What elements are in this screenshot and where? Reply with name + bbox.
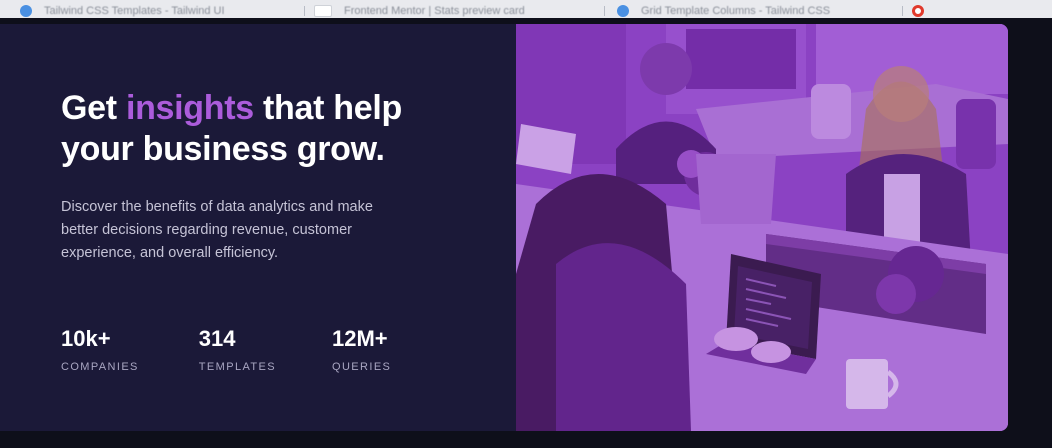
card-content: Get insights that help your business gro… bbox=[61, 88, 481, 265]
stat-value: 314 bbox=[198, 326, 236, 351]
office-workers-photo bbox=[516, 24, 1008, 431]
headline-text: Get bbox=[61, 89, 126, 127]
stat-value: 12M+ bbox=[331, 326, 388, 351]
stat-templates: 314 TEMPLATES bbox=[199, 326, 276, 374]
tab-separator bbox=[902, 6, 903, 16]
tab-label: Grid Template Columns - Tailwind CSS bbox=[641, 5, 831, 17]
stats-preview-card: Get insights that help your business gro… bbox=[0, 24, 1008, 431]
google-icon bbox=[912, 5, 924, 17]
tailwind-icon bbox=[20, 5, 32, 17]
tailwind-icon bbox=[617, 5, 629, 17]
stat-value: 10k+ bbox=[61, 326, 111, 351]
frontend-mentor-icon bbox=[314, 5, 332, 17]
photo-illustration bbox=[516, 24, 1008, 431]
stat-label: TEMPLATES bbox=[198, 361, 276, 373]
browser-tab[interactable]: Tailwind CSS Templates - Tailwind UI bbox=[20, 4, 225, 18]
headline: Get insights that help your business gro… bbox=[61, 88, 481, 170]
tab-separator bbox=[304, 6, 305, 16]
stat-companies: 10k+ COMPANIES bbox=[61, 326, 139, 374]
stat-label: QUERIES bbox=[331, 361, 392, 373]
browser-tab-strip: Tailwind CSS Templates - Tailwind UI Fro… bbox=[0, 0, 1052, 18]
headline-accent: insights bbox=[125, 89, 254, 127]
stats-row: 10k+ COMPANIES 314 TEMPLATES 12M+ QUERIE… bbox=[61, 326, 451, 374]
tab-separator bbox=[604, 6, 605, 16]
tab-label: Frontend Mentor | Stats preview card bbox=[344, 5, 525, 17]
tab-label: Tailwind CSS Templates - Tailwind UI bbox=[44, 5, 225, 17]
stat-queries: 12M+ QUERIES bbox=[332, 326, 391, 374]
browser-tab[interactable] bbox=[912, 4, 936, 18]
browser-tab[interactable]: Frontend Mentor | Stats preview card bbox=[314, 4, 525, 18]
stat-label: COMPANIES bbox=[61, 361, 139, 373]
description: Discover the benefits of data analytics … bbox=[61, 199, 373, 261]
browser-tab[interactable]: Grid Template Columns - Tailwind CSS bbox=[617, 4, 830, 18]
